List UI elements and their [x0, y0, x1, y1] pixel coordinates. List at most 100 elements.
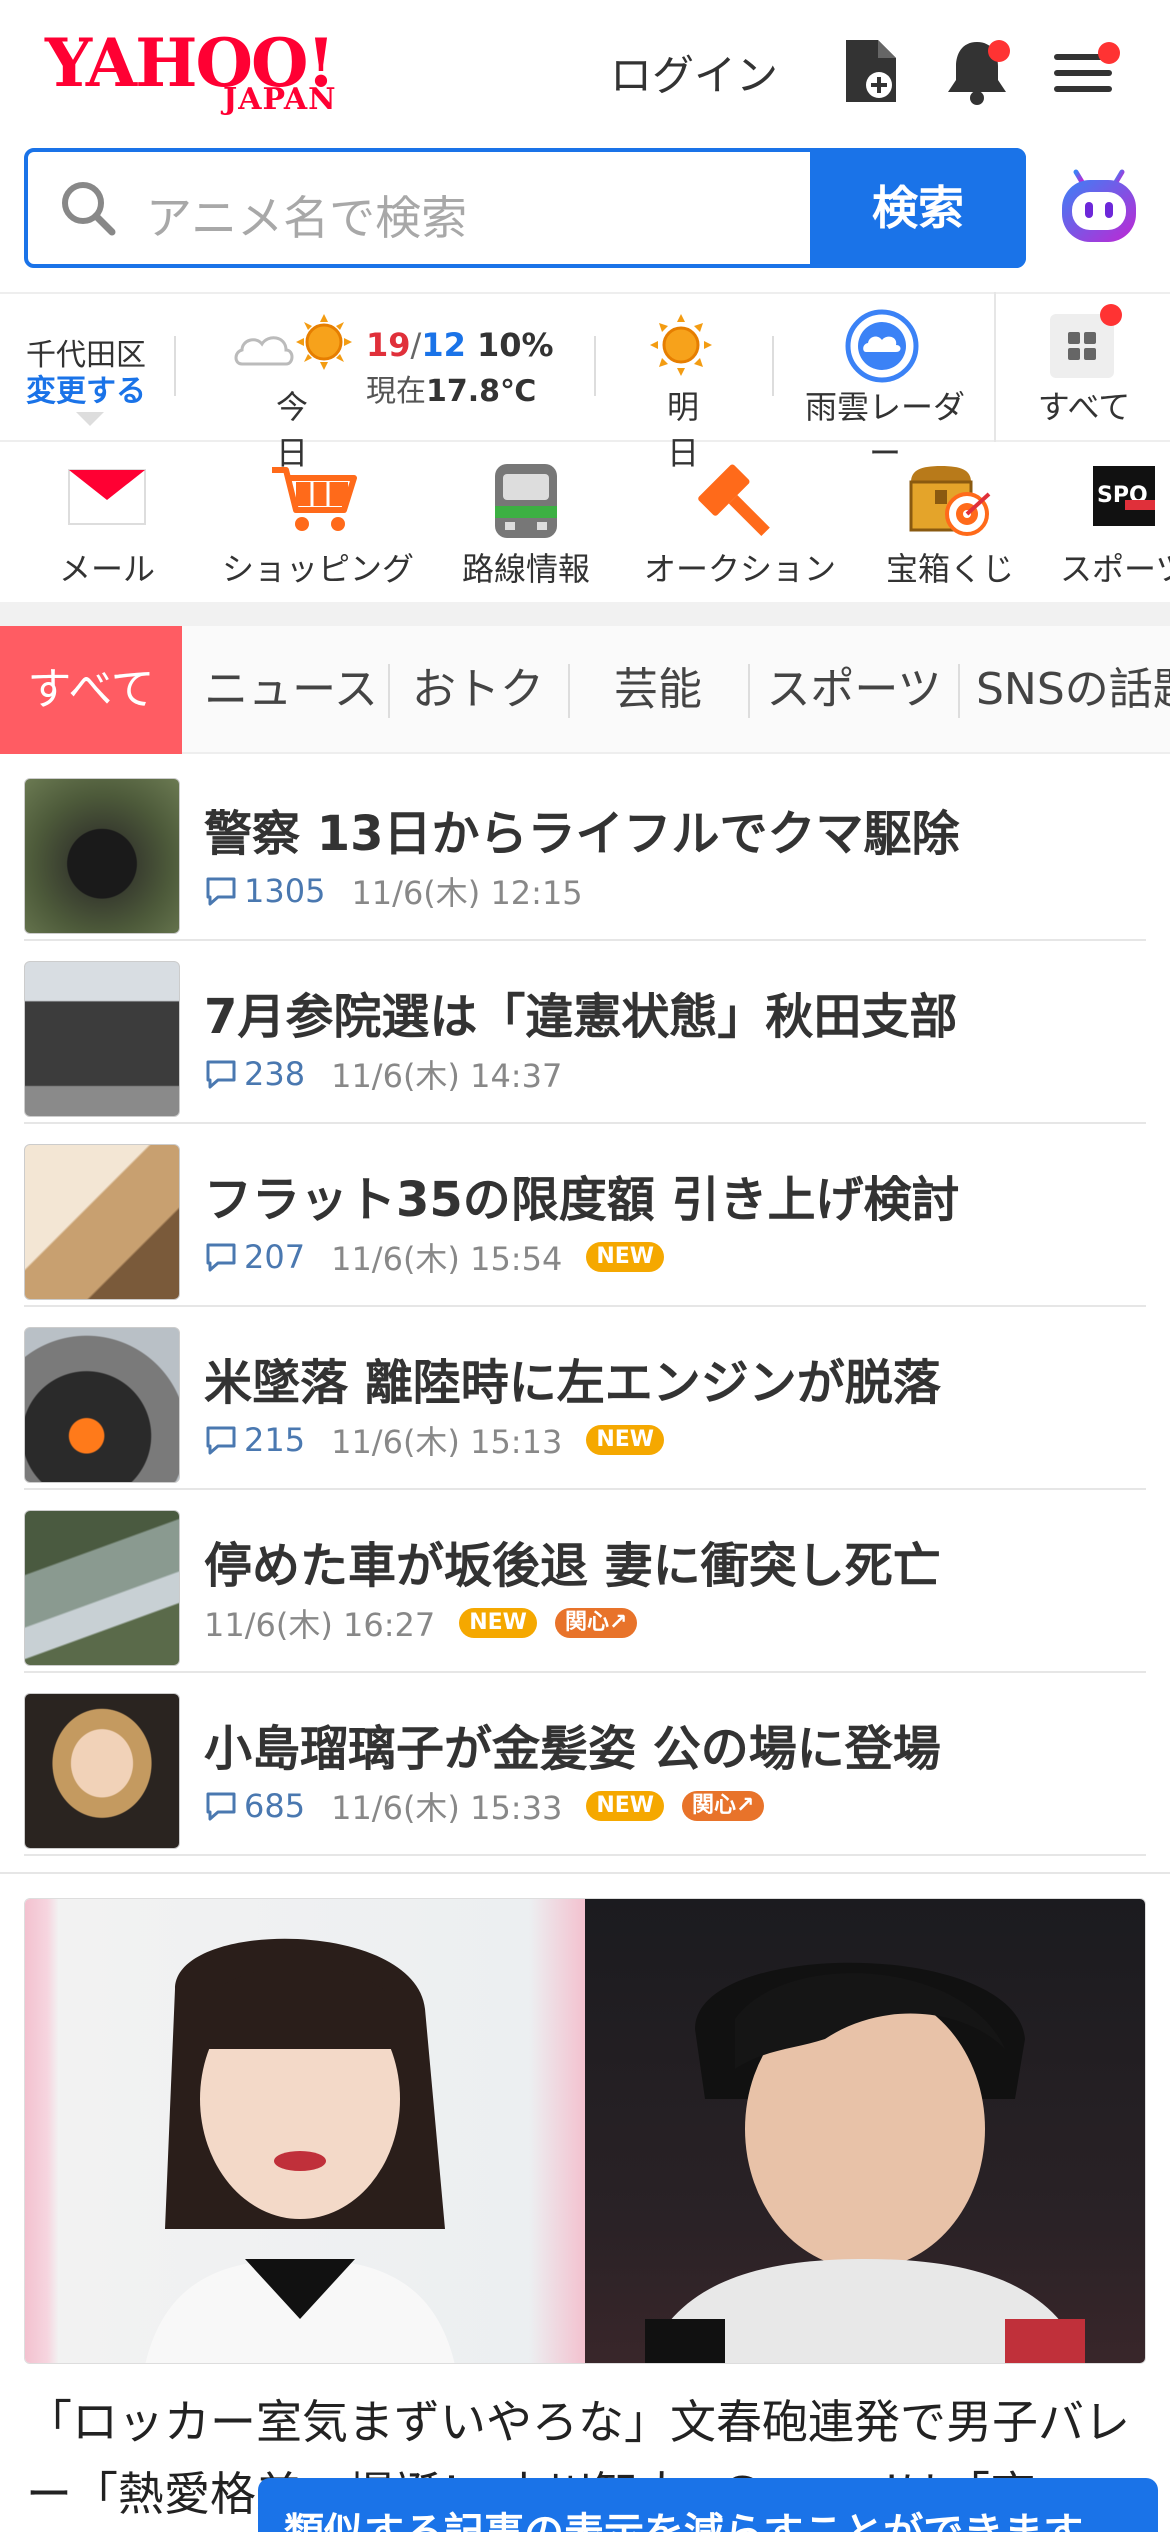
menu-icon[interactable] [1052, 36, 1120, 108]
news-headline: 小島瑠璃子が金髪姿 公の場に登場 [204, 1721, 941, 1777]
up-arrow-icon: ↗ [608, 1610, 628, 1635]
news-thumbnail [24, 778, 180, 934]
tab-all[interactable]: すべて [0, 626, 182, 754]
comment-count: 215 [204, 1421, 305, 1459]
divider [174, 336, 176, 396]
tab-sports[interactable]: スポーツ [754, 626, 954, 754]
service-treasure[interactable]: 宝箱くじ [880, 442, 1020, 602]
ai-assistant-icon[interactable] [1058, 168, 1140, 254]
temp-low: 12 [421, 326, 466, 364]
comment-icon [206, 877, 236, 906]
login-link[interactable]: ログイン [610, 42, 778, 103]
news-meta: 11/6(木) 16:27 NEW 関心↗ [204, 1600, 638, 1646]
comment-count: 685 [204, 1787, 305, 1825]
rain-radar-icon [844, 308, 920, 388]
service-sports[interactable]: SPO スポーツ [1060, 442, 1170, 602]
shopping-cart-icon [268, 460, 360, 540]
all-label: すべて [1037, 388, 1131, 426]
comment-icon [206, 1426, 236, 1455]
service-label: 宝箱くじ [885, 550, 1014, 588]
logo-sub-text: JAPAN [223, 82, 337, 117]
tab-divider [748, 664, 750, 718]
service-label: スポーツ [1060, 550, 1170, 588]
news-headline: 7月参院選は「違憲状態」秋田支部 [204, 989, 958, 1045]
news-item[interactable]: 警察 13日からライフルでクマ駆除 1305 11/6(木) 12:15 [24, 758, 1146, 941]
today-temperature: 19/12 10% [366, 326, 554, 364]
up-arrow-icon: ↗ [736, 1793, 755, 1818]
auction-hammer-icon [698, 460, 782, 546]
tab-divider [568, 664, 570, 718]
comment-count: 1305 [204, 872, 325, 910]
header: YAHOO! JAPAN ログイン [0, 0, 1170, 145]
search-button[interactable]: 検索 [810, 148, 1026, 268]
tab-news[interactable]: ニュース [196, 626, 386, 754]
tab-sns[interactable]: SNSの話題 [976, 626, 1170, 754]
treasure-chest-icon [905, 460, 995, 544]
divider [994, 292, 996, 442]
service-label: ショッピング [222, 550, 415, 588]
notification-bell-icon[interactable] [944, 36, 1010, 108]
current-temperature: 現在17.8℃ [366, 366, 536, 410]
feature-article-image[interactable] [24, 1898, 1146, 2364]
train-icon [491, 460, 561, 546]
news-meta: 1305 11/6(木) 12:15 [204, 868, 583, 914]
comment-number: 207 [244, 1238, 306, 1276]
comment-number: 685 [244, 1787, 306, 1825]
new-badge: NEW [586, 1242, 665, 1272]
comment-icon [206, 1792, 236, 1821]
change-location-link[interactable]: 変更する [26, 366, 146, 410]
precipitation: 10% [476, 326, 554, 364]
tab-deals[interactable]: おトク [392, 626, 564, 754]
add-document-icon[interactable] [842, 36, 904, 108]
news-meta: 215 11/6(木) 15:13 NEW [204, 1417, 665, 1463]
section-divider [0, 602, 1170, 626]
news-thumbnail [24, 1510, 180, 1666]
service-transit[interactable]: 路線情報 [456, 442, 596, 602]
news-item[interactable]: フラット35の限度額 引き上げ検討 207 11/6(木) 15:54 NEW [24, 1124, 1146, 1307]
service-label: 路線情報 [461, 550, 590, 588]
divider [772, 336, 774, 396]
location-caret-icon [76, 412, 104, 426]
temp-high: 19 [366, 326, 411, 364]
search-input[interactable]: アニメ名で検索 [146, 182, 467, 248]
mail-icon [67, 460, 147, 534]
news-item[interactable]: 7月参院選は「違憲状態」秋田支部 238 11/6(木) 14:37 [24, 941, 1146, 1124]
news-meta: 685 11/6(木) 15:33 NEW 関心↗ [204, 1783, 765, 1829]
comment-number: 1305 [244, 872, 326, 910]
interest-badge: 関心↗ [554, 1608, 638, 1638]
comment-icon [206, 1243, 236, 1272]
cloudy-sun-icon [232, 312, 354, 380]
news-thumbnail [24, 1693, 180, 1849]
news-item[interactable]: 米墜落 離陸時に左エンジンが脱落 215 11/6(木) 15:13 NEW [24, 1307, 1146, 1490]
news-time: 11/6(木) 15:13 [331, 1423, 563, 1461]
service-mail[interactable]: メール [40, 442, 174, 602]
feedback-toast[interactable]: 類似する記事の表示を減らすことができます [258, 2478, 1158, 2532]
news-time: 11/6(木) 16:27 [204, 1606, 436, 1644]
all-services-dot [1100, 304, 1122, 326]
interest-badge: 関心↗ [682, 1791, 765, 1821]
service-shopping[interactable]: ショッピング [222, 442, 415, 602]
now-prefix: 現在 [366, 374, 426, 409]
news-thumbnail [24, 1144, 180, 1300]
service-label: メール [58, 550, 155, 588]
search-box[interactable]: アニメ名で検索 検索 [24, 148, 1026, 268]
news-meta: 207 11/6(木) 15:54 NEW [204, 1234, 665, 1280]
news-headline: 停めた車が坂後退 妻に衝突し死亡 [204, 1538, 941, 1594]
news-time: 11/6(木) 14:37 [331, 1057, 563, 1095]
tab-entertainment[interactable]: 芸能 [572, 626, 744, 754]
section-divider [0, 1872, 1170, 1874]
divider [594, 336, 596, 396]
news-meta: 238 11/6(木) 14:37 [204, 1051, 562, 1097]
category-tabs: すべて ニュース おトク 芸能 スポーツ SNSの話題 [0, 626, 1170, 754]
news-time: 11/6(木) 12:15 [351, 874, 583, 912]
news-item[interactable]: 小島瑠璃子が金髪姿 公の場に登場 685 11/6(木) 15:33 NEW 関… [24, 1673, 1146, 1856]
comment-number: 238 [244, 1055, 306, 1093]
interest-badge-label: 関心 [692, 1793, 737, 1818]
news-item[interactable]: 停めた車が坂後退 妻に衝突し死亡 11/6(木) 16:27 NEW 関心↗ [24, 1490, 1146, 1673]
comment-number: 215 [244, 1421, 306, 1459]
sun-icon [648, 312, 714, 382]
menu-notification-dot [1098, 42, 1120, 64]
news-headline: 米墜落 離陸時に左エンジンが脱落 [204, 1355, 941, 1411]
yahoo-japan-logo[interactable]: YAHOO! JAPAN [45, 30, 365, 120]
service-auction[interactable]: オークション [640, 442, 840, 602]
